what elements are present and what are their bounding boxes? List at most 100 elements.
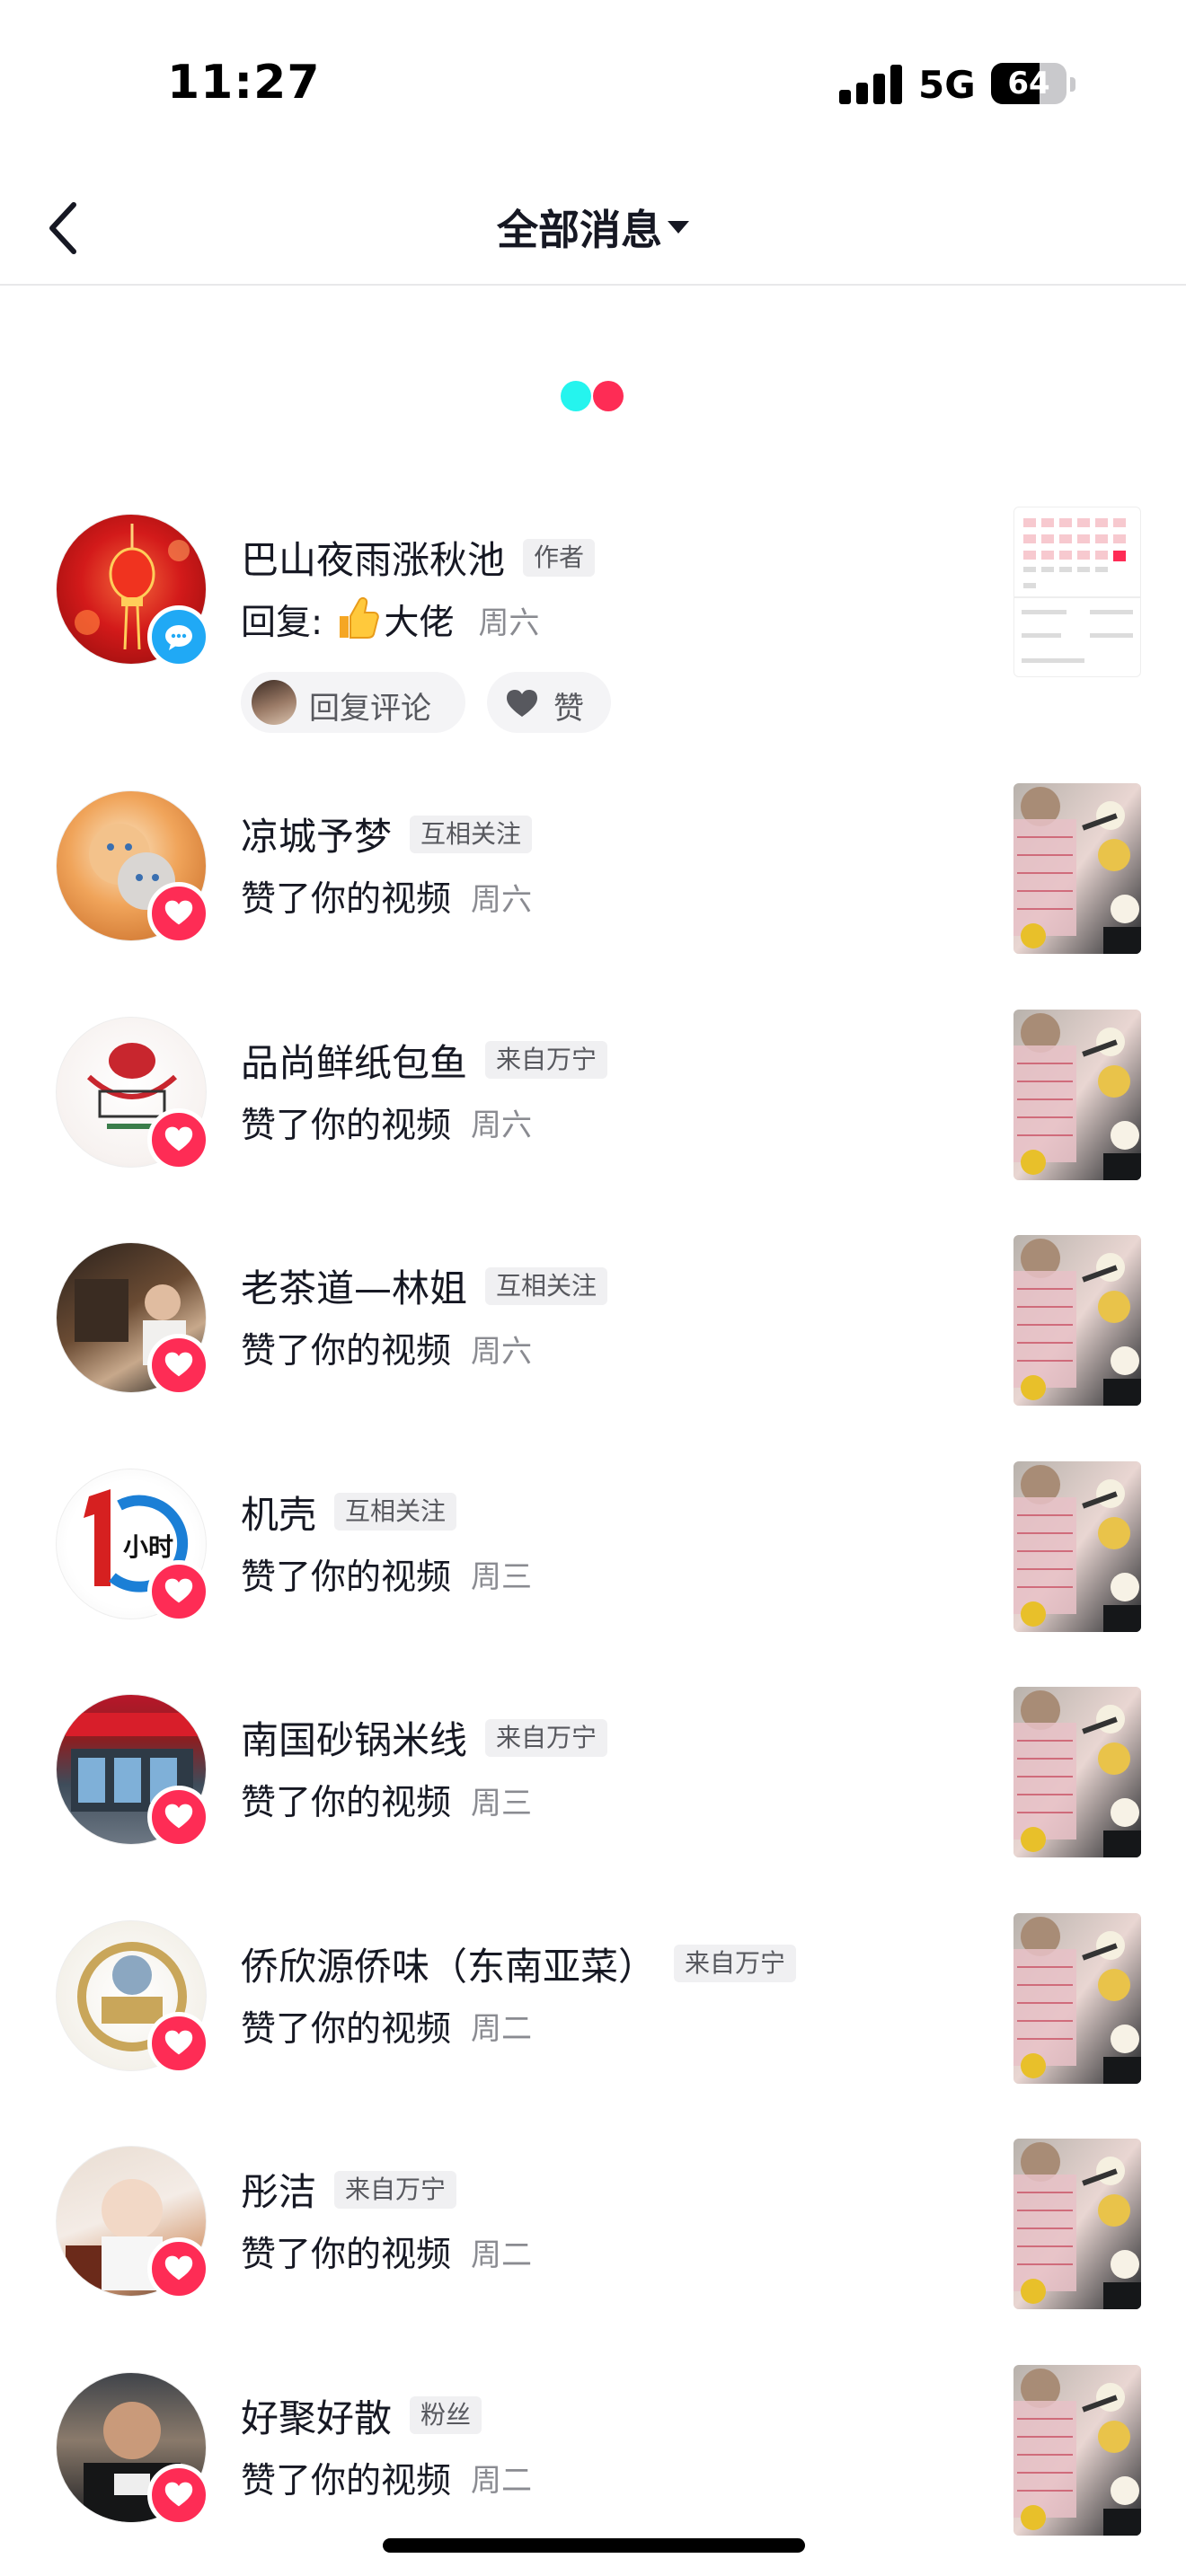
action-text: 赞了你的视频 xyxy=(241,2008,452,2050)
name-row: 凉城予梦 互相关注 xyxy=(241,807,533,859)
user-name[interactable]: 老茶道—林姐 xyxy=(241,1266,467,1310)
list-item[interactable]: 小时 机壳 互相关注 赞了你的视频 周三 xyxy=(0,1460,1186,1693)
name-row: 机壳 互相关注 xyxy=(241,1485,457,1537)
user-name[interactable]: 品尚鲜纸包鱼 xyxy=(241,1041,467,1085)
video-thumbnail-image xyxy=(1013,2139,1141,2309)
name-row: 老茶道—林姐 互相关注 xyxy=(241,1258,608,1310)
home-indicator[interactable] xyxy=(383,2538,805,2553)
relation-tag: 互相关注 xyxy=(334,1493,457,1531)
relation-tag: 来自万宁 xyxy=(485,1718,608,1757)
page-title: 全部消息 xyxy=(497,206,662,254)
calendar-thumbnail[interactable] xyxy=(1013,507,1141,677)
like-badge-icon xyxy=(147,1334,210,1397)
user-name[interactable]: 巴山夜雨涨秋池 xyxy=(241,538,505,582)
video-thumbnail-image xyxy=(1013,1235,1141,1406)
avatar[interactable] xyxy=(56,1016,210,1171)
list-item[interactable]: 彤洁 来自万宁赞了你的视频 周二 xyxy=(0,2139,1186,2370)
action-row: 赞了你的视频 周三 xyxy=(241,1775,533,1823)
action-text: 赞了你的视频 xyxy=(241,1331,452,1372)
action-text: 赞了你的视频 xyxy=(241,1105,452,1146)
action-text: 赞了你的视频 xyxy=(241,2235,452,2275)
action-row: 赞了你的视频 周六 xyxy=(241,871,533,920)
list-item[interactable]: 老茶道—林姐 互相关注 赞了你的视频 周六 xyxy=(0,1235,1186,1467)
reply-comment-label: 回复评论 xyxy=(309,691,431,727)
video-thumbnail-image xyxy=(1013,1687,1141,1857)
list-item[interactable]: 巴山夜雨涨秋池 作者 回复: 大佬 周六 回复评论 赞 xyxy=(0,507,1186,738)
relation-tag: 粉丝 xyxy=(410,2396,482,2434)
video-thumbnail-image xyxy=(1013,1460,1141,1632)
action-row: 赞了你的视频 周六 xyxy=(241,1323,533,1372)
video-thumbnail[interactable] xyxy=(1013,1460,1141,1632)
avatar[interactable]: 小时 xyxy=(56,1468,210,1623)
video-thumbnail-image xyxy=(1013,2364,1141,2536)
avatar[interactable] xyxy=(56,1919,210,2075)
timestamp: 周三 xyxy=(471,1785,533,1822)
action-row: 赞了你的视频 周二 xyxy=(241,2227,533,2275)
video-thumbnail[interactable] xyxy=(1013,1235,1141,1406)
timestamp: 周三 xyxy=(471,1559,533,1595)
avatar[interactable] xyxy=(56,2146,210,2300)
user-name[interactable]: 彤洁 xyxy=(241,2170,316,2214)
status-time: 11:27 xyxy=(167,56,321,110)
timestamp: 周六 xyxy=(471,881,533,918)
user-name[interactable]: 凉城予梦 xyxy=(241,815,392,859)
reply-comment-button[interactable]: 回复评论 xyxy=(241,672,465,733)
calendar-screenshot-image xyxy=(1014,518,1140,663)
list-item[interactable]: 品尚鲜纸包鱼 来自万宁 赞了你的视频 周六 xyxy=(0,1009,1186,1241)
like-badge-icon xyxy=(147,2463,210,2527)
user-name[interactable]: 好聚好散 xyxy=(241,2396,392,2440)
relation-tag: 来自万宁 xyxy=(674,1945,797,1982)
user-name[interactable]: 南国砂锅米线 xyxy=(241,1718,467,1762)
video-thumbnail[interactable] xyxy=(1013,2139,1141,2309)
avatar[interactable] xyxy=(56,2371,210,2527)
video-thumbnail-image xyxy=(1013,1912,1141,2084)
reply-row: 回复: 大佬 周六 xyxy=(241,595,539,643)
like-badge-icon xyxy=(147,882,210,945)
relation-tag: 来自万宁 xyxy=(485,1041,608,1079)
avatar[interactable] xyxy=(56,514,210,668)
timestamp: 周二 xyxy=(471,2463,533,2499)
like-badge-icon xyxy=(147,2011,210,2075)
list-item[interactable]: 侨欣源侨味（东南亚菜） 来自万宁赞了你的视频 周二 xyxy=(0,1912,1186,2145)
battery-icon: 64 xyxy=(991,63,1067,104)
video-thumbnail[interactable] xyxy=(1013,1912,1141,2084)
relation-tag: 来自万宁 xyxy=(334,2170,457,2209)
avatar[interactable] xyxy=(56,1694,210,1848)
like-badge-icon xyxy=(147,1559,210,1623)
video-thumbnail[interactable] xyxy=(1013,2364,1141,2536)
user-name[interactable]: 机壳 xyxy=(241,1493,316,1537)
thumbs-up-icon xyxy=(334,595,380,645)
action-row: 赞了你的视频 周二 xyxy=(241,2453,533,2501)
name-row: 品尚鲜纸包鱼 来自万宁 xyxy=(241,1033,608,1085)
timestamp: 周二 xyxy=(471,2011,533,2047)
message-filter-dropdown[interactable]: 全部消息 xyxy=(0,198,1186,257)
relation-tag: 互相关注 xyxy=(485,1266,608,1305)
avatar[interactable] xyxy=(56,1242,210,1397)
like-badge-icon xyxy=(147,1107,210,1171)
video-thumbnail[interactable] xyxy=(1013,783,1141,954)
network-type: 5G xyxy=(918,63,976,107)
list-item[interactable]: 凉城予梦 互相关注 赞了你的视频 周六 xyxy=(0,783,1186,1015)
video-thumbnail-image xyxy=(1013,1009,1141,1180)
timestamp: 周二 xyxy=(471,2236,533,2273)
status-bar: 11:27 5G 64 xyxy=(0,0,1186,153)
action-text: 赞了你的视频 xyxy=(241,879,452,920)
loader-dot-cyan xyxy=(561,381,591,411)
relation-tag: 作者 xyxy=(523,538,596,577)
mini-avatar xyxy=(252,680,296,725)
reply-prefix: 回复: xyxy=(241,603,323,643)
user-name[interactable]: 侨欣源侨味（东南亚菜） xyxy=(241,1945,656,1989)
timestamp: 周六 xyxy=(471,1107,533,1143)
list-item[interactable]: 南国砂锅米线 来自万宁赞了你的视频 周三 xyxy=(0,1687,1186,1919)
timestamp: 周六 xyxy=(471,1333,533,1370)
like-comment-button[interactable]: 赞 xyxy=(487,672,611,733)
loading-indicator xyxy=(561,381,625,411)
like-label: 赞 xyxy=(553,691,584,727)
nav-bar: 全部消息 xyxy=(0,171,1186,286)
avatar[interactable] xyxy=(56,790,210,945)
like-badge-icon xyxy=(147,1786,210,1848)
video-thumbnail[interactable] xyxy=(1013,1009,1141,1180)
heart-icon xyxy=(507,690,537,717)
video-thumbnail[interactable] xyxy=(1013,1687,1141,1857)
action-row: 赞了你的视频 周六 xyxy=(241,1098,533,1146)
